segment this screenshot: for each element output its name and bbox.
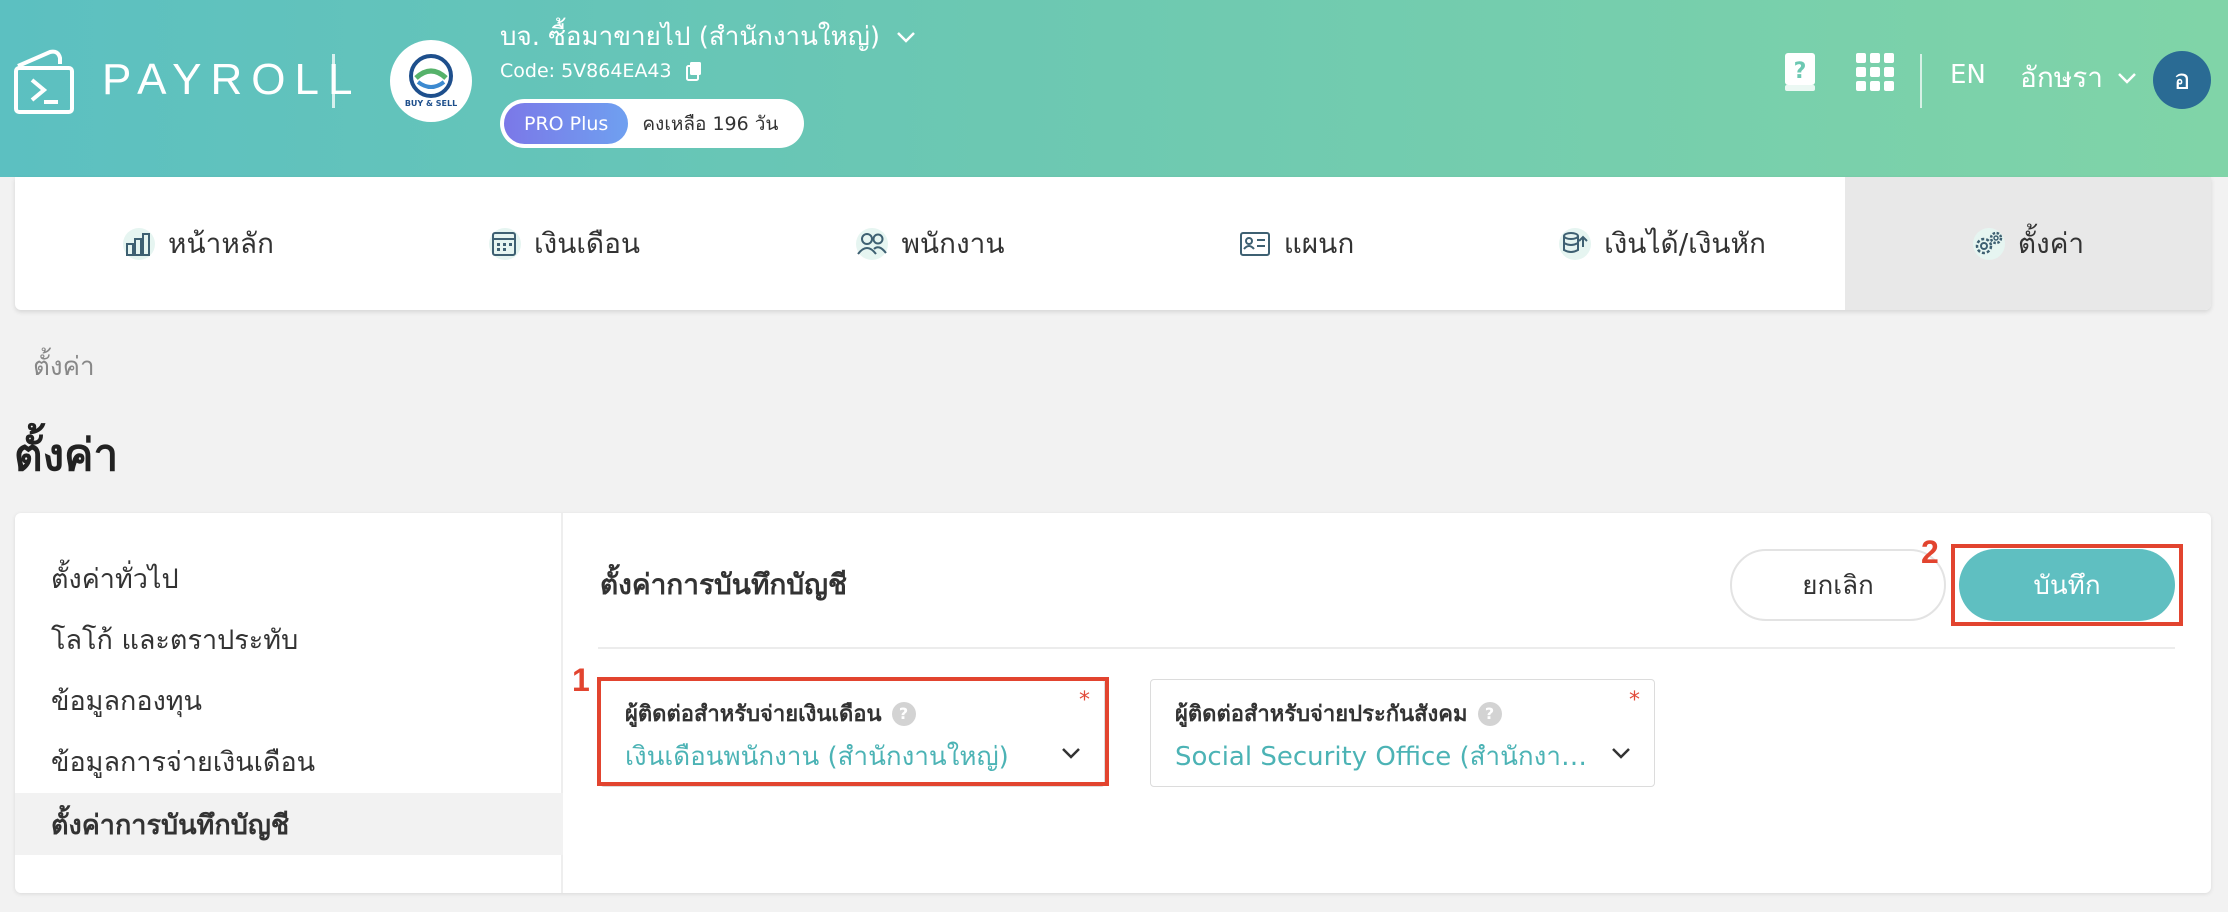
sidebar-item-fund[interactable]: ข้อมูลกองทุน <box>15 669 563 731</box>
social-security-contact-label: ผู้ติดต่อสำหรับจ่ายประกันสังคม <box>1175 702 1468 727</box>
people-icon <box>856 227 889 260</box>
company-logo-caption: BUY & SELL <box>405 99 457 108</box>
divider <box>598 647 2175 649</box>
social-security-contact-select[interactable]: ผู้ติดต่อสำหรับจ่ายประกันสังคม ? * Socia… <box>1150 679 1655 787</box>
apps-grid-icon[interactable] <box>1856 53 1894 91</box>
nav-item-home[interactable]: หน้าหลัก <box>15 177 381 310</box>
sidebar-item-logo-stamp[interactable]: โลโก้ และตราประทับ <box>15 608 563 670</box>
chevron-down-icon <box>1612 748 1630 759</box>
chevron-down-icon <box>2118 73 2136 84</box>
copy-icon[interactable] <box>685 61 702 81</box>
annotation-box-2 <box>1951 544 2183 626</box>
cancel-button[interactable]: ยกเลิก <box>1730 549 1946 621</box>
sidebar-item-general[interactable]: ตั้งค่าทั่วไป <box>15 547 563 609</box>
annotation-box-1 <box>597 677 1109 786</box>
user-menu[interactable]: อักษรา <box>2020 56 2137 100</box>
dashboard-chart-icon <box>123 227 156 260</box>
annotation-number-1: 1 <box>572 662 590 698</box>
sidebar-item-accounting[interactable]: ตั้งค่าการบันทึกบัญชี <box>15 793 563 855</box>
plan-status[interactable]: PRO Plus คงเหลือ 196 วัน <box>500 99 804 148</box>
svg-text:?: ? <box>1794 59 1807 84</box>
nav-label: พนักงาน <box>901 226 1005 260</box>
nav-label: หน้าหลัก <box>168 226 274 260</box>
company-logo[interactable]: BUY & SELL <box>390 40 472 122</box>
breadcrumb[interactable]: ตั้งค่า <box>33 346 95 387</box>
company-switcher[interactable]: บจ. ซื้อมาขายไป (สำนักงานใหญ่) <box>500 16 916 57</box>
help-book-icon[interactable]: ? <box>1784 52 1816 92</box>
social-security-contact-value: Social Security Office (สำนักงานใหญ่) <box>1175 742 1595 772</box>
header-divider <box>332 54 335 108</box>
page-title: ตั้งค่า <box>14 430 119 481</box>
section-title: ตั้งค่าการบันทึกบัญชี <box>600 568 847 601</box>
sidebar-item-payment[interactable]: ข้อมูลการจ่ายเงินเดือน <box>15 730 563 792</box>
nav-label: ตั้งค่า <box>2017 226 2085 260</box>
header-divider <box>1920 54 1922 108</box>
top-header: PAYROLL BUY & SELL บจ. ซื้อมาขายไป (สำนั… <box>0 0 2228 177</box>
company-code-row: Code: 5V864EA43 <box>500 60 702 82</box>
language-toggle[interactable]: EN <box>1950 60 1986 90</box>
company-logo-icon: BUY & SELL <box>405 54 457 108</box>
chevron-down-icon <box>897 31 915 43</box>
nav-item-income-deductions[interactable]: เงินได้/เงินหัก <box>1479 177 1845 310</box>
id-card-icon <box>1239 231 1270 256</box>
nav-label: แผนก <box>1283 226 1355 260</box>
plan-badge: PRO Plus <box>504 103 629 144</box>
payroll-logo-icon <box>14 49 74 114</box>
nav-item-salary[interactable]: เงินเดือน <box>381 177 747 310</box>
nav-label: เงินได้/เงินหัก <box>1604 226 1766 260</box>
gears-icon <box>1972 227 2005 260</box>
coins-icon <box>1559 227 1592 260</box>
nav-item-settings[interactable]: ตั้งค่า <box>1845 177 2211 310</box>
calendar-icon <box>488 227 521 260</box>
user-name: อักษรา <box>2020 61 2103 94</box>
nav-item-departments[interactable]: แผนก <box>1113 177 1479 310</box>
avatar[interactable]: อ <box>2153 51 2211 109</box>
settings-card: ตั้งค่าทั่วไป โลโก้ และตราประทับ ข้อมูลก… <box>15 513 2211 893</box>
company-name: บจ. ซื้อมาขายไป (สำนักงานใหญ่) <box>500 22 881 52</box>
plan-remaining: คงเหลือ 196 วัน <box>642 112 779 135</box>
nav-label: เงินเดือน <box>533 226 641 260</box>
payroll-logo[interactable]: PAYROLL <box>14 44 361 116</box>
help-icon[interactable]: ? <box>1477 701 1502 726</box>
settings-sidebar: ตั้งค่าทั่วไป โลโก้ และตราประทับ ข้อมูลก… <box>15 513 563 893</box>
field-label: ผู้ติดต่อสำหรับจ่ายประกันสังคม ? <box>1175 696 1502 731</box>
annotation-number-2: 2 <box>1921 534 1939 570</box>
company-code: Code: 5V864EA43 <box>500 60 672 82</box>
required-mark: * <box>1629 688 1640 713</box>
main-nav: หน้าหลัก เงินเดือน พนักงาน แผนก เงินได้/… <box>15 177 2211 310</box>
nav-item-employees[interactable]: พนักงาน <box>747 177 1113 310</box>
logo-text: PAYROLL <box>102 55 362 104</box>
